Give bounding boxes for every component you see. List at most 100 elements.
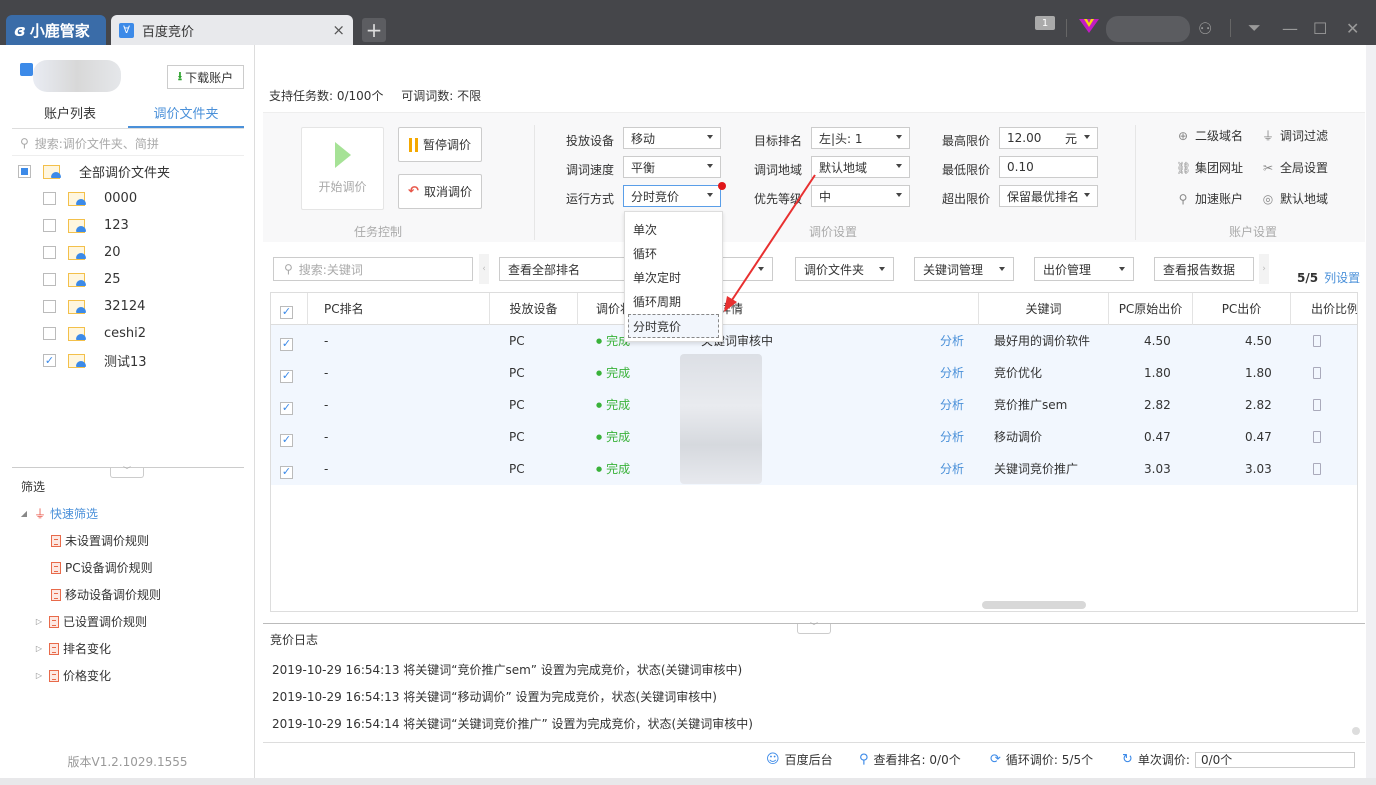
word-filter-button[interactable]: ⏚ 调词过滤: [1261, 127, 1328, 144]
speed-select[interactable]: 平衡: [623, 156, 721, 178]
row-checkbox[interactable]: ✓: [280, 337, 293, 351]
row-checkbox[interactable]: ✓: [280, 433, 293, 447]
row-checkbox[interactable]: ✓: [280, 401, 293, 415]
column-settings-link[interactable]: 列设置: [1324, 271, 1360, 285]
analyze-link[interactable]: 分析: [940, 389, 964, 421]
folder-item[interactable]: 20: [12, 239, 244, 266]
folder-checkbox[interactable]: [43, 246, 56, 259]
menu-icon[interactable]: ⏷: [1248, 16, 1261, 40]
loop-bid-status[interactable]: ⟳ 循环调价: 5/5个: [990, 751, 1093, 768]
view-rank-status[interactable]: ⚲ 查看排名: 0/0个: [859, 751, 961, 768]
vip-icon[interactable]: [1078, 16, 1100, 34]
col-detail[interactable]: 详情: [679, 293, 979, 325]
row-checkbox[interactable]: ✓: [280, 369, 293, 383]
table-row[interactable]: ✓ - PC 完成 分析 竞价推广sem 2.82 2.82: [271, 389, 1357, 421]
folder-item[interactable]: ceshi2: [12, 320, 244, 347]
start-bidding-button[interactable]: 开始调价: [301, 127, 384, 210]
folder-item[interactable]: 123: [12, 212, 244, 239]
folder-select[interactable]: 调价文件夹: [795, 257, 894, 281]
collapse-toggle-icon[interactable]: ﹀: [797, 623, 831, 634]
table-row[interactable]: ✓ - PC 完成 分析 移动调价 0.47 0.47: [271, 421, 1357, 453]
filter-group[interactable]: ▷ 已设置调价规则: [18, 608, 248, 635]
keyword-search-input[interactable]: ⚲ 搜索:关键词: [273, 257, 473, 281]
folder-search-input[interactable]: ⚲ 搜索:调价文件夹、简拼: [12, 131, 244, 156]
baidu-backend-link[interactable]: ☺ 百度后台: [766, 751, 833, 768]
root-checkbox[interactable]: [18, 165, 31, 178]
priority-select[interactable]: 中: [811, 185, 910, 207]
close-tab-icon[interactable]: ×: [332, 21, 345, 39]
folder-item[interactable]: 32124: [12, 293, 244, 320]
option-single-timed[interactable]: 单次定时: [625, 266, 722, 290]
table-row[interactable]: ✓-PC完成关键词审核中分析最好用的调价软件4.504.50: [271, 325, 1357, 357]
close-window-icon[interactable]: ✕: [1346, 16, 1359, 40]
target-rank-select[interactable]: 左|头: 1: [811, 127, 910, 149]
max-price-input[interactable]: 12.00 元: [999, 127, 1098, 149]
option-time-sharing[interactable]: 分时竞价: [628, 314, 719, 338]
switch-account-icon[interactable]: ⚇: [1198, 16, 1212, 40]
default-region-button[interactable]: ◎ 默认地域: [1261, 190, 1328, 207]
filter-group[interactable]: ▷ 价格变化: [18, 662, 248, 689]
horizontal-scrollbar[interactable]: [982, 601, 1086, 609]
col-bid-ratio[interactable]: 出价比例: [1291, 293, 1357, 325]
analyze-link[interactable]: 分析: [940, 453, 964, 485]
collapse-toggle-icon[interactable]: ﹀: [110, 467, 144, 478]
folder-checkbox[interactable]: [43, 219, 56, 232]
filter-item[interactable]: 未设置调价规则: [18, 527, 248, 554]
scroll-right-icon[interactable]: ›: [1259, 254, 1269, 284]
notification-icon[interactable]: 1: [1035, 16, 1055, 30]
view-report-button[interactable]: 查看报告数据: [1154, 257, 1254, 281]
col-pc-bid[interactable]: PC出价: [1193, 293, 1291, 325]
filter-group[interactable]: ▷ 排名变化: [18, 635, 248, 662]
table-row[interactable]: ✓ - PC 完成 分析 竞价优化 1.80 1.80: [271, 357, 1357, 389]
option-single[interactable]: 单次: [625, 218, 722, 242]
folder-checkbox[interactable]: [43, 327, 56, 340]
row-checkbox[interactable]: ✓: [280, 465, 293, 479]
region-select[interactable]: 默认地域: [811, 156, 910, 178]
tree-root[interactable]: 全部调价文件夹: [12, 158, 244, 185]
folder-checkbox[interactable]: [43, 273, 56, 286]
accelerate-account-button[interactable]: ⚲ 加速账户: [1176, 190, 1243, 207]
scroll-left-icon[interactable]: ‹: [479, 254, 489, 284]
col-orig-bid[interactable]: PC原始出价: [1109, 293, 1193, 325]
tab-bid-folders[interactable]: 调价文件夹: [128, 104, 244, 128]
exceed-select[interactable]: 保留最优排名: [999, 185, 1098, 207]
run-mode-select[interactable]: 分时竞价: [623, 185, 721, 207]
min-price-input[interactable]: 0.10: [999, 156, 1098, 178]
quick-filter-node[interactable]: ◢ ⏚ 快速筛选: [18, 500, 248, 527]
tab-baidu-bidding[interactable]: ∀ 百度竞价 ×: [111, 15, 353, 45]
filter-item[interactable]: 移动设备调价规则: [18, 581, 248, 608]
analyze-link[interactable]: 分析: [940, 421, 964, 453]
minimize-icon[interactable]: —: [1282, 16, 1298, 40]
analyze-link[interactable]: 分析: [940, 325, 964, 357]
download-account-button[interactable]: ⭳ 下载账户: [167, 65, 244, 89]
pause-bidding-button[interactable]: 暂停调价: [398, 127, 482, 162]
folder-item[interactable]: ✓ 测试13: [12, 347, 244, 374]
global-settings-button[interactable]: ✂ 全局设置: [1261, 159, 1328, 176]
view-all-rank-button[interactable]: 查看全部排名: [499, 257, 629, 281]
device-select[interactable]: 移动: [623, 127, 721, 149]
secondary-domain-button[interactable]: ⊕ 二级域名: [1176, 127, 1243, 144]
folder-item[interactable]: 0000: [12, 185, 244, 212]
option-loop[interactable]: 循环: [625, 242, 722, 266]
option-loop-period[interactable]: 循环周期: [625, 290, 722, 314]
keyword-manage-select[interactable]: 关键词管理: [914, 257, 1014, 281]
folder-checkbox[interactable]: [43, 300, 56, 313]
table-row[interactable]: ✓ - PC 完成 分析 关键词竞价推广 3.03 3.03: [271, 453, 1357, 485]
select-all-checkbox[interactable]: ✓: [280, 305, 293, 319]
folder-item[interactable]: 25: [12, 266, 244, 293]
folder-checkbox[interactable]: [43, 192, 56, 205]
maximize-icon[interactable]: ☐: [1313, 16, 1327, 40]
group-url-button[interactable]: ⛓ 集团网址: [1176, 159, 1243, 176]
log-scroll-indicator[interactable]: [1352, 727, 1360, 735]
folder-checkbox-checked[interactable]: ✓: [43, 354, 56, 367]
tab-account-list[interactable]: 账户列表: [12, 104, 128, 128]
filter-item[interactable]: PC设备调价规则: [18, 554, 248, 581]
bid-manage-select[interactable]: 出价管理: [1034, 257, 1134, 281]
analyze-link[interactable]: 分析: [940, 357, 964, 389]
add-tab-button[interactable]: +: [362, 18, 386, 42]
single-bid-status[interactable]: ↻ 单次调价: 0/0个: [1122, 751, 1355, 768]
col-keyword[interactable]: 关键词: [979, 293, 1109, 325]
col-device[interactable]: 投放设备: [490, 293, 578, 325]
cancel-bidding-button[interactable]: ↶ 取消调价: [398, 174, 482, 209]
brand-tab[interactable]: ɞ 小鹿管家: [6, 15, 106, 45]
